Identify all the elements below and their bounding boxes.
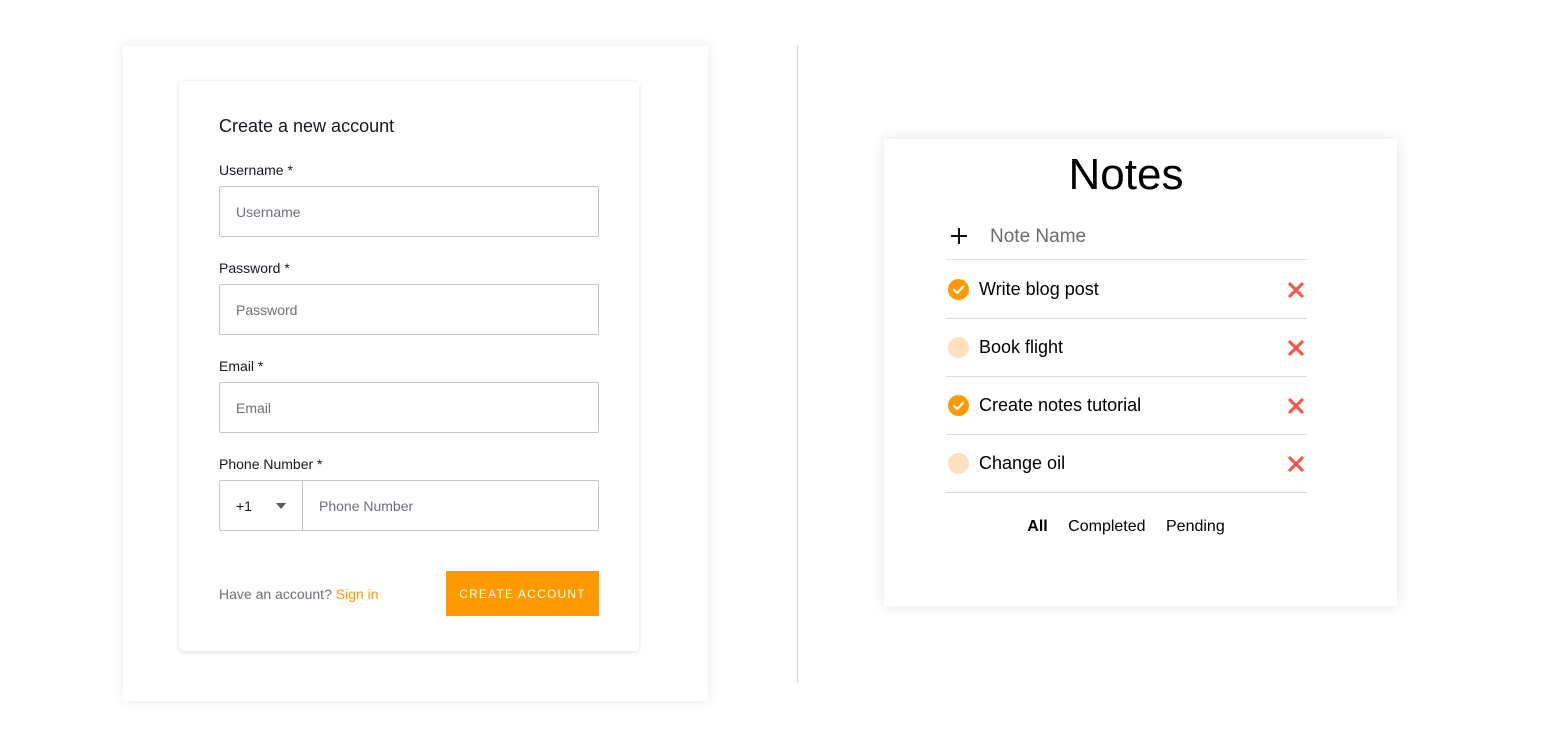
note-item: Book flight	[946, 319, 1307, 377]
have-account-prompt: Have an account? Sign in	[219, 586, 379, 602]
notes-panel: Notes Write blog post Book flight Cre	[884, 139, 1397, 606]
note-text: Change oil	[979, 453, 1066, 473]
add-note-row	[946, 214, 1307, 260]
form-title: Create a new account	[219, 116, 395, 136]
password-input[interactable]	[219, 284, 599, 335]
username-label: Username *	[219, 162, 293, 178]
checkmark-icon[interactable]	[948, 395, 969, 416]
filter-completed[interactable]: Completed	[1068, 518, 1145, 536]
phone-field-group: +1	[219, 480, 599, 531]
signup-card: Create a new account Username * Password…	[179, 81, 639, 651]
phone-label: Phone Number *	[219, 456, 323, 472]
email-label: Email *	[219, 358, 264, 374]
have-account-text: Have an account?	[219, 586, 332, 602]
filter-all[interactable]: All	[1027, 518, 1047, 536]
note-item: Change oil	[946, 435, 1307, 493]
plus-icon[interactable]	[950, 227, 968, 245]
filter-bar: All Completed Pending	[884, 518, 1368, 536]
create-account-button[interactable]: CREATE ACCOUNT	[446, 571, 599, 616]
filter-pending[interactable]: Pending	[1166, 518, 1225, 536]
close-icon[interactable]	[1287, 455, 1305, 473]
email-input[interactable]	[219, 382, 599, 433]
note-text: Book flight	[979, 337, 1064, 357]
close-icon[interactable]	[1287, 281, 1305, 299]
note-item: Create notes tutorial	[946, 377, 1307, 435]
note-item: Write blog post	[946, 261, 1307, 319]
dial-code-select[interactable]: +1	[220, 481, 303, 530]
username-input[interactable]	[219, 186, 599, 237]
phone-number-input[interactable]	[303, 481, 598, 530]
notes-title: Notes	[1068, 150, 1184, 199]
note-text: Write blog post	[979, 279, 1099, 299]
note-text: Create notes tutorial	[979, 395, 1142, 415]
caret-down-icon	[276, 503, 286, 509]
note-list: Write blog post Book flight Create notes…	[946, 261, 1307, 493]
checkmark-icon[interactable]	[948, 279, 969, 300]
vertical-divider	[797, 45, 798, 683]
password-label: Password *	[219, 260, 290, 276]
sign-in-link[interactable]: Sign in	[336, 586, 379, 602]
signup-panel: Create a new account Username * Password…	[123, 46, 708, 701]
dial-code-value: +1	[236, 497, 252, 514]
form-footer: Have an account? Sign in CREATE ACCOUNT	[219, 571, 599, 616]
note-name-input[interactable]	[988, 222, 1288, 252]
close-icon[interactable]	[1287, 339, 1305, 357]
close-icon[interactable]	[1287, 397, 1305, 415]
unchecked-circle-icon[interactable]	[948, 337, 969, 358]
unchecked-circle-icon[interactable]	[948, 453, 969, 474]
